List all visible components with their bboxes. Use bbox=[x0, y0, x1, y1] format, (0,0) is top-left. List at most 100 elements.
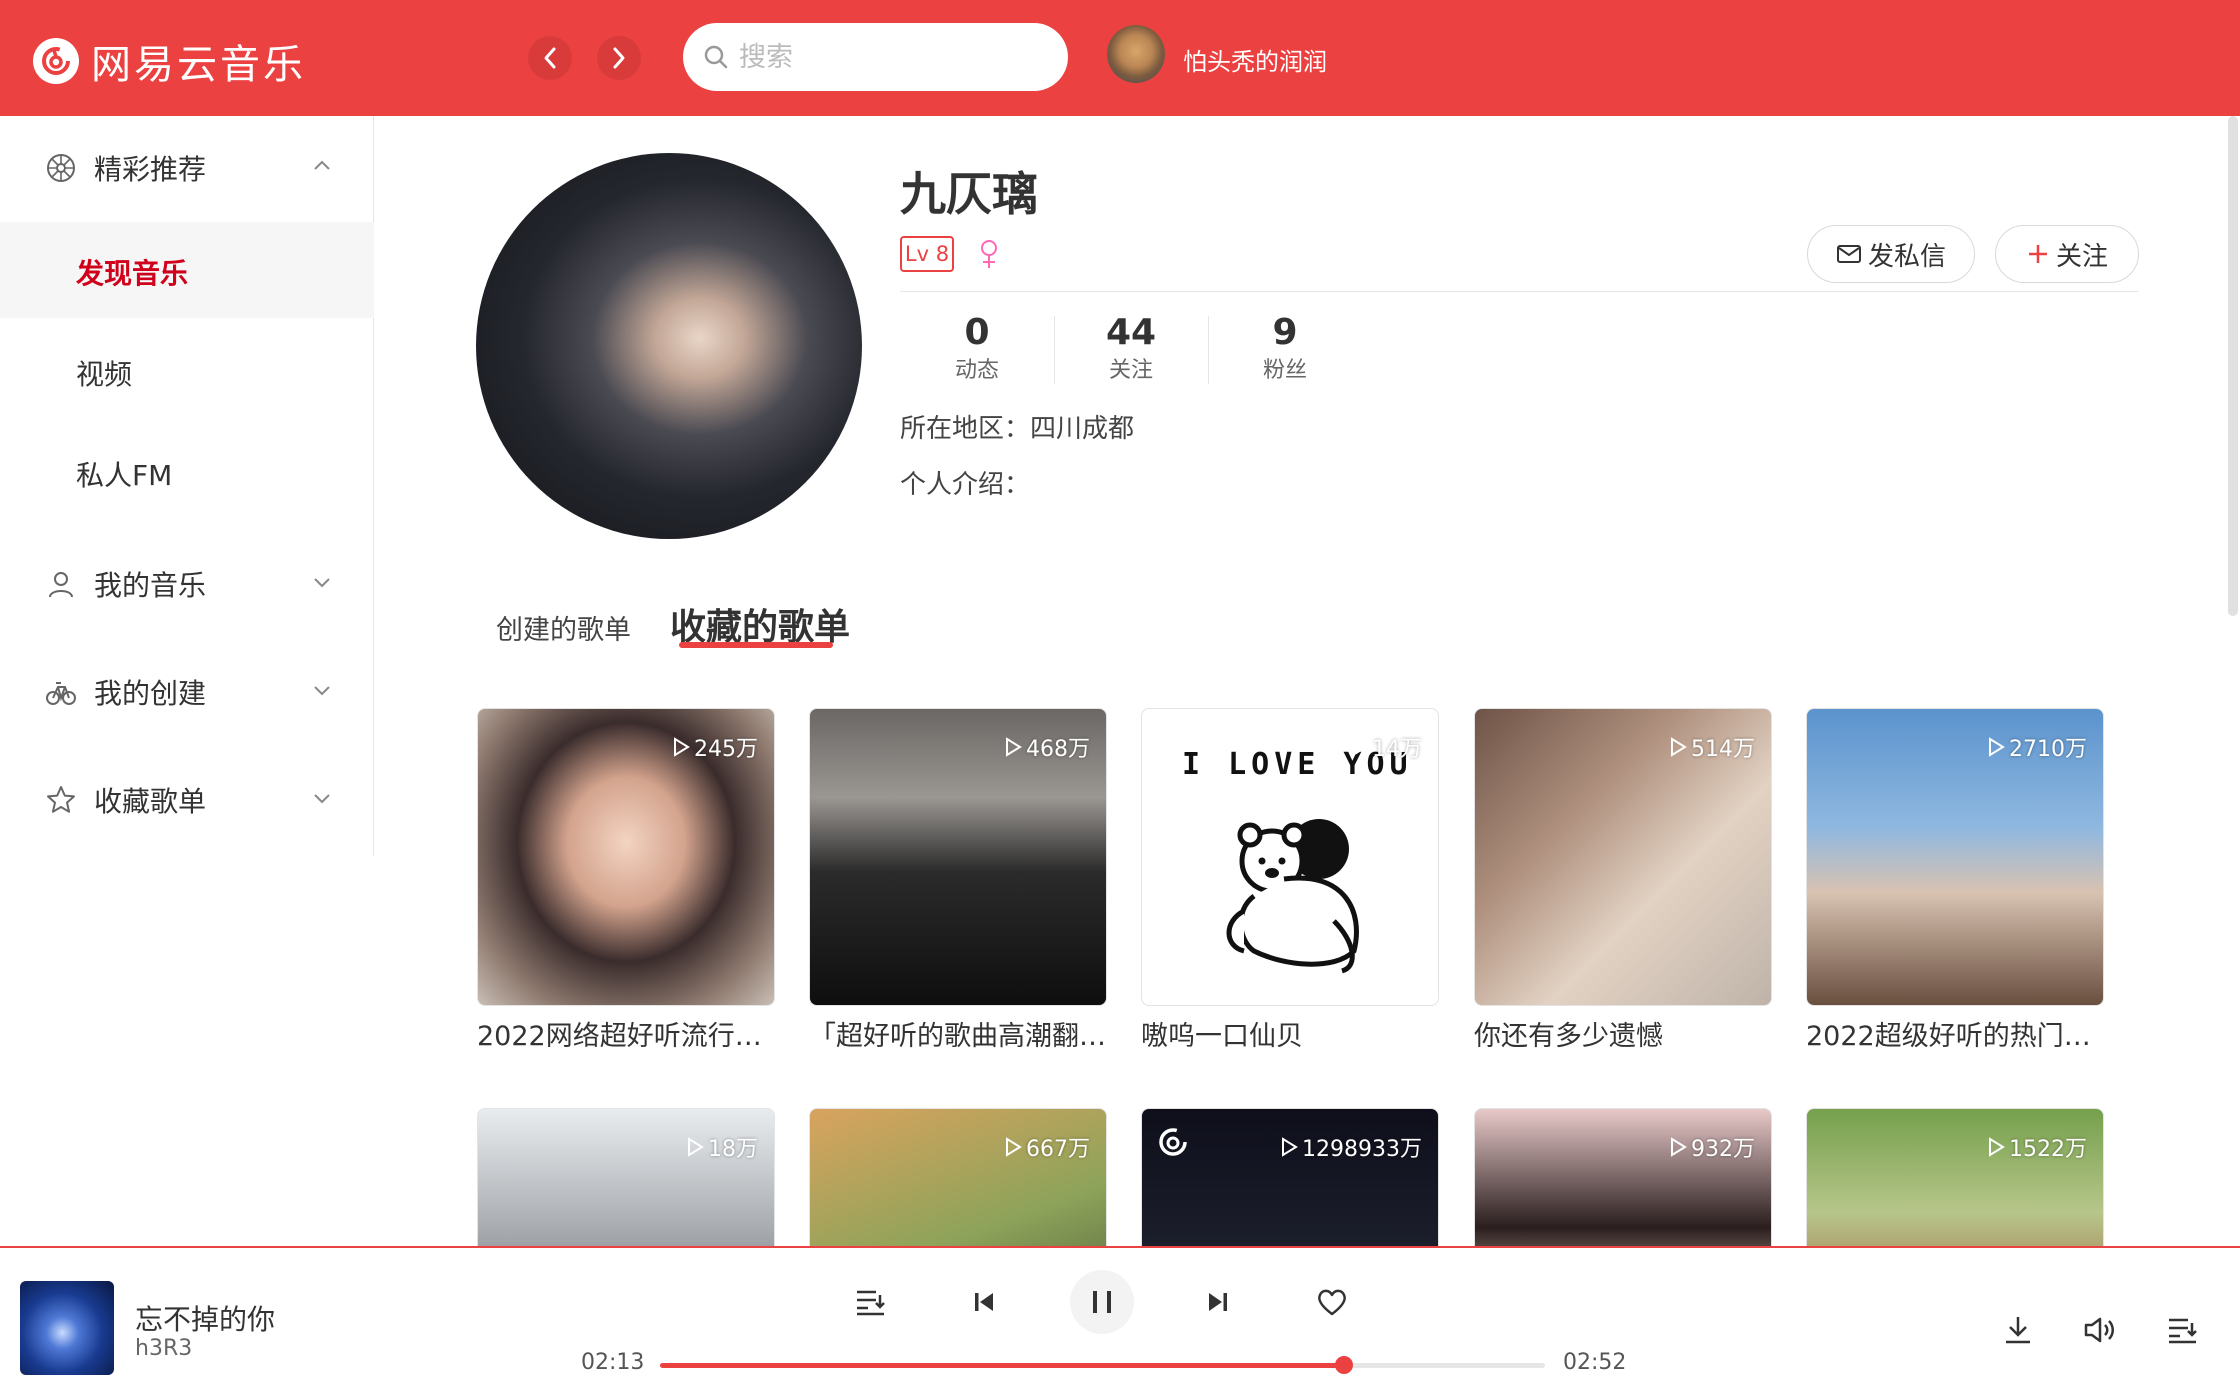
play-icon bbox=[1006, 1137, 1022, 1157]
stat-following[interactable]: 44 关注 bbox=[1054, 310, 1208, 386]
playlist-button[interactable] bbox=[2162, 1310, 2202, 1350]
like-button[interactable] bbox=[1312, 1282, 1352, 1322]
progress-fill bbox=[660, 1363, 1345, 1368]
sidebar-group-collected-playlists[interactable]: 收藏歌单 bbox=[0, 758, 374, 838]
playlist-cover[interactable]: 468万 bbox=[809, 708, 1107, 1006]
pause-button[interactable] bbox=[1070, 1270, 1134, 1334]
send-message-button[interactable]: 发私信 bbox=[1807, 225, 1975, 283]
sidebar-group-my-creations[interactable]: 我的创建 bbox=[0, 650, 374, 730]
sidebar-item-personal-fm[interactable]: 私人FM bbox=[0, 424, 374, 520]
sidebar-item-discover-music[interactable]: 发现音乐 bbox=[0, 222, 374, 318]
playlist-cover[interactable]: 514万 bbox=[1474, 708, 1772, 1006]
play-icon bbox=[688, 1137, 704, 1157]
now-playing-cover[interactable] bbox=[20, 1281, 114, 1375]
stat-followers[interactable]: 9 粉丝 bbox=[1208, 310, 1362, 386]
stat-label: 粉丝 bbox=[1262, 358, 1307, 383]
playlist-card[interactable]: 245万 2022网络超好听流行歌曲，看看你喜欢哪首 bbox=[477, 708, 775, 1053]
profile-divider bbox=[900, 291, 2138, 292]
previous-button[interactable] bbox=[964, 1282, 1004, 1322]
location-text: 所在地区：四川成都 bbox=[900, 414, 1135, 444]
stat-label: 动态 bbox=[954, 358, 999, 383]
total-time: 02:52 bbox=[1563, 1350, 1627, 1375]
user-name[interactable]: 怕头秃的润润 bbox=[1183, 42, 1327, 77]
stat-value: 9 bbox=[1272, 312, 1298, 353]
playlist-title[interactable]: 嗷呜一口仙贝 bbox=[1141, 1014, 1439, 1053]
sidebar-group-my-music[interactable]: 我的音乐 bbox=[0, 542, 374, 622]
playlist-order-icon bbox=[857, 1290, 885, 1316]
app-logo[interactable]: 网易云音乐 bbox=[33, 32, 306, 90]
play-count-value: 2710万 bbox=[2009, 737, 2087, 762]
play-count: 18万 bbox=[686, 1131, 758, 1163]
user-avatar[interactable] bbox=[1107, 25, 1165, 83]
play-count: 514万 bbox=[1669, 731, 1755, 763]
plus-icon bbox=[2028, 245, 2047, 263]
volume-button[interactable] bbox=[2080, 1310, 2120, 1350]
playlist-card[interactable]: 2710万 2022超级好听的热门歌曲 bbox=[1806, 708, 2104, 1053]
playlist-title[interactable]: 「超好听的歌曲高潮翻唱」 bbox=[809, 1014, 1107, 1053]
play-icon bbox=[1671, 1137, 1687, 1157]
netease-cloud-music-icon bbox=[1159, 1128, 1187, 1156]
follow-label: 关注 bbox=[2055, 241, 2108, 272]
playlist-title[interactable]: 2022超级好听的热门歌曲 bbox=[1806, 1014, 2104, 1053]
playlist-card[interactable]: I LOVE YOU 14万 嗷呜一口仙贝 bbox=[1141, 708, 1439, 1053]
play-icon bbox=[1352, 737, 1368, 757]
play-count-value: 932万 bbox=[1691, 1137, 1755, 1162]
follow-button[interactable]: 关注 bbox=[1995, 225, 2139, 283]
playlist-cover[interactable]: 2710万 bbox=[1806, 708, 2104, 1006]
queue-list-icon bbox=[2169, 1318, 2197, 1344]
sidebar-item-video[interactable]: 视频 bbox=[0, 323, 374, 419]
sidebar-item-label: 发现音乐 bbox=[76, 257, 189, 290]
play-count-value: 18万 bbox=[708, 1137, 758, 1162]
playlist-title[interactable]: 你还有多少遗憾 bbox=[1474, 1014, 1772, 1053]
play-icon bbox=[674, 737, 690, 757]
netease-cloud-music-icon bbox=[33, 38, 79, 84]
tab-created-playlists[interactable]: 创建的歌单 bbox=[496, 608, 631, 647]
scrollbar[interactable] bbox=[2228, 116, 2238, 616]
send-message-label: 发私信 bbox=[1867, 241, 1946, 272]
play-count-value: 667万 bbox=[1026, 1137, 1090, 1162]
playlist-card[interactable]: 468万 「超好听的歌曲高潮翻唱」 bbox=[809, 708, 1107, 1053]
profile-name: 九仄璃 bbox=[900, 167, 1038, 221]
next-button[interactable] bbox=[1198, 1282, 1238, 1322]
play-icon bbox=[1006, 737, 1022, 757]
download-button[interactable] bbox=[1998, 1310, 2038, 1350]
play-icon bbox=[1671, 737, 1687, 757]
stat-value: 0 bbox=[964, 312, 990, 353]
bicycle-icon bbox=[46, 682, 76, 705]
now-playing-artist[interactable]: h3R3 bbox=[135, 1336, 192, 1361]
play-icon bbox=[1282, 1137, 1298, 1157]
play-icon bbox=[1989, 737, 2005, 757]
skip-previous-icon bbox=[975, 1293, 993, 1311]
chevron-up-icon bbox=[314, 160, 330, 170]
search-input[interactable] bbox=[739, 41, 1059, 73]
forward-button[interactable] bbox=[597, 36, 641, 80]
stat-value: 44 bbox=[1105, 312, 1157, 353]
sidebar-group-recommend[interactable]: 精彩推荐 bbox=[0, 126, 374, 206]
playlist-title[interactable]: 2022网络超好听流行歌曲，看看你喜欢哪首 bbox=[477, 1014, 775, 1053]
play-mode-button[interactable] bbox=[850, 1282, 890, 1322]
progress-bar[interactable] bbox=[660, 1356, 1545, 1374]
mail-icon bbox=[1836, 245, 1861, 263]
volume-icon bbox=[2084, 1317, 2114, 1343]
play-count-value: 514万 bbox=[1691, 737, 1755, 762]
now-playing-title[interactable]: 忘不掉的你 bbox=[135, 1298, 275, 1338]
female-icon bbox=[981, 240, 997, 268]
sidebar-group-label: 精彩推荐 bbox=[94, 153, 207, 186]
stat-events[interactable]: 0 动态 bbox=[900, 310, 1054, 386]
play-count: 14万 bbox=[1350, 731, 1422, 763]
playlist-cover[interactable]: 245万 bbox=[477, 708, 775, 1006]
back-button[interactable] bbox=[528, 36, 572, 80]
compass-icon bbox=[47, 154, 75, 182]
progress-handle[interactable] bbox=[1335, 1356, 1354, 1374]
search-box[interactable] bbox=[683, 23, 1068, 91]
chevron-down-icon bbox=[314, 578, 330, 588]
chevron-down-icon bbox=[314, 686, 330, 696]
play-count-value: 1522万 bbox=[2009, 1137, 2087, 1162]
playlist-card[interactable]: 514万 你还有多少遗憾 bbox=[1474, 708, 1772, 1053]
skip-next-icon bbox=[1209, 1293, 1227, 1311]
chevron-down-icon bbox=[314, 794, 330, 804]
sidebar-item-label: 私人FM bbox=[76, 459, 173, 492]
play-count: 468万 bbox=[1004, 731, 1090, 763]
playlist-cover[interactable]: I LOVE YOU 14万 bbox=[1141, 708, 1439, 1006]
play-count-value: 468万 bbox=[1026, 737, 1090, 762]
